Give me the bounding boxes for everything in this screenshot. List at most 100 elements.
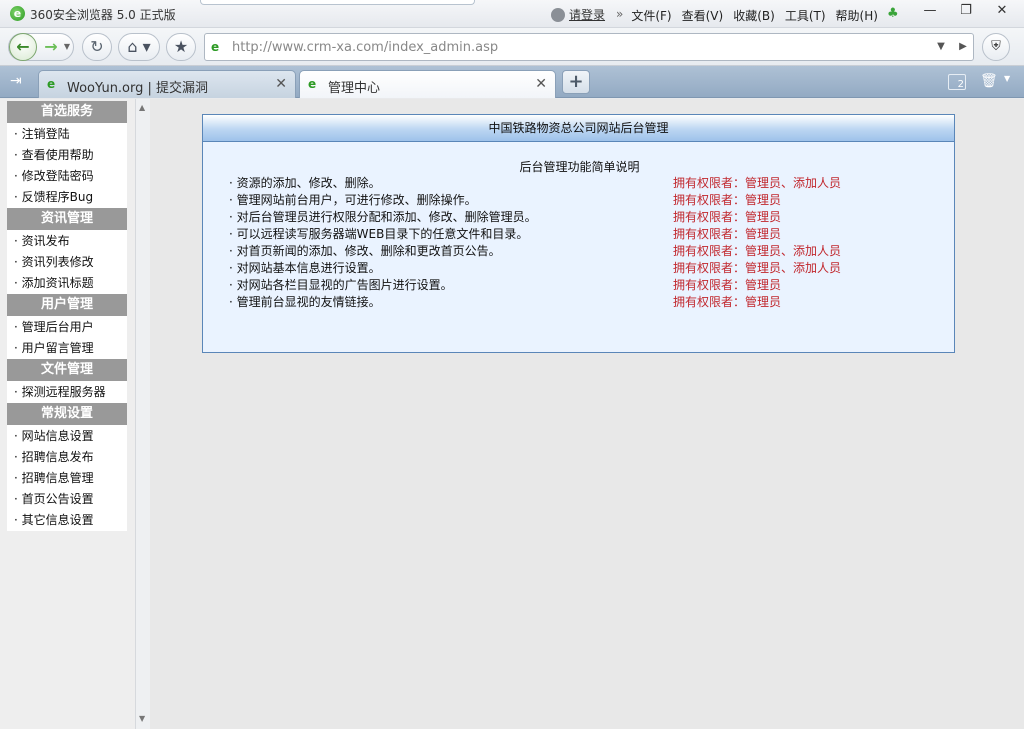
menu-section-news: 资讯管理 (7, 208, 127, 230)
function-desc: · 资源的添加、修改、删除。 (229, 176, 381, 190)
back-forward-group: ← → ▼ (8, 33, 74, 61)
refresh-icon[interactable]: ↻ (82, 33, 112, 61)
function-desc-text: 对后台管理员进行权限分配和添加、修改、删除管理员。 (236, 210, 537, 224)
menu-item-publish-news[interactable]: · 资讯发布 (7, 231, 127, 252)
function-desc: · 对首页新闻的添加、修改、删除和更改首页公告。 (229, 244, 501, 258)
menu-chevron-icon[interactable]: » (616, 7, 623, 24)
function-row: · 资源的添加、修改、删除。 拥有权限者：管理员、添加人员 (229, 175, 929, 192)
window-close-button[interactable]: ✕ (984, 0, 1020, 22)
function-row: · 对首页新闻的添加、修改、删除和更改首页公告。 拥有权限者：管理员、添加人员 (229, 243, 929, 260)
security-shield-icon[interactable]: ⛨ (982, 33, 1010, 61)
menu-section-files: 文件管理 (7, 359, 127, 381)
favorite-star-icon[interactable]: ★ (166, 33, 196, 61)
menu-item-add-news-title[interactable]: · 添加资讯标题 (7, 273, 127, 294)
back-arrow-icon[interactable]: ← (9, 33, 37, 61)
function-permission: 拥有权限者：管理员 (673, 227, 782, 241)
menu-item-label[interactable]: 其它信息设置 (22, 513, 94, 527)
menu-item-label[interactable]: 管理后台用户 (22, 320, 94, 334)
menu-item-label[interactable]: 资讯列表修改 (22, 255, 94, 269)
admin-info-panel: 中国铁路物资总公司网站后台管理 后台管理功能简单说明 · 资源的添加、修改、删除… (202, 114, 955, 353)
menu-file[interactable]: 文件(F) (631, 7, 671, 24)
tab-wooyun[interactable]: e WooYun.org | 提交漏洞 ✕ (38, 70, 296, 98)
skin-shirt-icon[interactable]: ♣ (887, 7, 903, 21)
menu-view[interactable]: 查看(V) (682, 7, 724, 24)
left-frame-scrollbar[interactable]: ▲ ▼ (135, 99, 150, 729)
menu-item-label[interactable]: 探测远程服务器 (22, 385, 106, 399)
window-restore-button[interactable]: ❐ (948, 0, 984, 22)
menu-item-logout[interactable]: · 注销登陆 (7, 124, 127, 145)
forward-arrow-icon[interactable]: → (41, 34, 61, 60)
page-content: 首选服务 · 注销登陆 · 查看使用帮助 · 修改登陆密码 · 反馈程序Bug … (0, 99, 1024, 729)
login-link[interactable]: 请登录 (569, 6, 605, 23)
page-ie-icon: e (211, 40, 220, 54)
menu-item-home-notice[interactable]: · 首页公告设置 (7, 489, 127, 510)
menu-item-label[interactable]: 注销登陆 (22, 127, 70, 141)
function-desc-text: 对网站基本信息进行设置。 (236, 261, 381, 275)
function-row: · 对网站基本信息进行设置。 拥有权限者：管理员、添加人员 (229, 260, 929, 277)
tab-admin-center[interactable]: e 管理中心 ✕ (299, 70, 556, 98)
menu-item-label[interactable]: 招聘信息管理 (22, 471, 94, 485)
menu-favorites[interactable]: 收藏(B) (733, 7, 775, 24)
tab-bar: ⇥ e WooYun.org | 提交漏洞 ✕ e 管理中心 ✕ + 2 🗑 ▼ (0, 66, 1024, 98)
address-bar[interactable]: e http://www.crm-xa.com/index_admin.asp … (204, 33, 974, 61)
title-bar: e 360安全浏览器 5.0 正式版 请登录 » 文件(F) 查看(V) 收藏(… (0, 0, 1024, 28)
menu-item-admin-users[interactable]: · 管理后台用户 (7, 317, 127, 338)
tab-count-icon[interactable]: 2 (948, 74, 966, 90)
menu-section-preferred: 首选服务 (7, 101, 127, 123)
tab-close-icon[interactable]: ✕ (535, 76, 547, 92)
function-desc-text: 管理前台显视的友情链接。 (236, 295, 381, 309)
menu-section-general: 常规设置 (7, 403, 127, 425)
tab-close-icon[interactable]: ✕ (275, 76, 287, 92)
function-desc: · 可以远程读写服务器端WEB目录下的任意文件和目录。 (229, 227, 529, 241)
history-dropdown-icon[interactable]: ▼ (61, 34, 73, 60)
function-desc: · 管理网站前台用户，可进行修改、删除操作。 (229, 193, 477, 207)
menu-item-user-messages[interactable]: · 用户留言管理 (7, 338, 127, 359)
admin-sidebar-menu: 首选服务 · 注销登陆 · 查看使用帮助 · 修改登陆密码 · 反馈程序Bug … (7, 101, 127, 531)
new-tab-plus-icon[interactable]: + (562, 70, 590, 94)
function-desc-text: 可以远程读写服务器端WEB目录下的任意文件和目录。 (236, 227, 529, 241)
menu-item-publish-jobs[interactable]: · 招聘信息发布 (7, 447, 127, 468)
menu-item-label[interactable]: 添加资讯标题 (22, 276, 94, 290)
sidebar-toggle-icon[interactable]: ⇥ (10, 73, 28, 89)
window-minimize-button[interactable]: — (912, 0, 948, 22)
scroll-down-arrow-icon[interactable]: ▼ (139, 714, 145, 723)
menu-help[interactable]: 帮助(H) (836, 7, 878, 24)
scroll-up-arrow-icon[interactable]: ▲ (139, 103, 145, 112)
menu-tools[interactable]: 工具(T) (785, 7, 826, 24)
menu-item-site-settings[interactable]: · 网站信息设置 (7, 426, 127, 447)
menu-item-label[interactable]: 招聘信息发布 (22, 450, 94, 464)
menu-item-bug-report[interactable]: · 反馈程序Bug (7, 187, 127, 208)
home-icon[interactable]: ⌂ ▾ (118, 33, 160, 61)
menu-item-label[interactable]: 反馈程序Bug (22, 190, 93, 204)
menu-item-label[interactable]: 资讯发布 (22, 234, 70, 248)
function-desc: · 对网站基本信息进行设置。 (229, 261, 381, 275)
menu-item-label[interactable]: 网站信息设置 (22, 429, 94, 443)
menu-item-label[interactable]: 用户留言管理 (22, 341, 94, 355)
left-frame: 首选服务 · 注销登陆 · 查看使用帮助 · 修改登陆密码 · 反馈程序Bug … (0, 99, 150, 729)
go-arrow-icon[interactable]: ▶ (953, 37, 973, 57)
login-area[interactable]: 请登录 (551, 6, 605, 23)
function-desc-text: 资源的添加、修改、删除。 (236, 176, 381, 190)
menu-item-other-settings[interactable]: · 其它信息设置 (7, 510, 127, 531)
address-input[interactable]: http://www.crm-xa.com/index_admin.asp (232, 40, 498, 55)
menu-item-help[interactable]: · 查看使用帮助 (7, 145, 127, 166)
menu-item-label[interactable]: 查看使用帮助 (22, 148, 94, 162)
trash-icon[interactable]: 🗑 (980, 72, 998, 90)
function-permission: 拥有权限者：管理员 (673, 193, 782, 207)
menu-item-label[interactable]: 首页公告设置 (22, 492, 94, 506)
function-row: · 对后台管理员进行权限分配和添加、修改、删除管理员。 拥有权限者：管理员 (229, 209, 929, 226)
menu-item-change-password[interactable]: · 修改登陆密码 (7, 166, 127, 187)
function-permission: 拥有权限者：管理员、添加人员 (673, 244, 842, 258)
trash-dropdown-icon[interactable]: ▼ (1004, 74, 1010, 83)
menu-item-manage-jobs[interactable]: · 招聘信息管理 (7, 468, 127, 489)
function-permission: 拥有权限者：管理员、添加人员 (673, 261, 842, 275)
address-dropdown-icon[interactable]: ▼ (931, 37, 951, 57)
tab-label: 管理中心 (328, 81, 381, 96)
navigation-bar: ← → ▼ ↻ ⌂ ▾ ★ e http://www.crm-xa.com/in… (0, 28, 1024, 66)
menu-item-edit-news-list[interactable]: · 资讯列表修改 (7, 252, 127, 273)
menu-item-probe-server[interactable]: · 探测远程服务器 (7, 382, 127, 403)
function-permission: 拥有权限者：管理员 (673, 295, 782, 309)
menu-bar: » 文件(F) 查看(V) 收藏(B) 工具(T) 帮助(H) (616, 7, 888, 24)
menu-item-label[interactable]: 修改登陆密码 (22, 169, 94, 183)
function-row: · 对网站各栏目显视的广告图片进行设置。 拥有权限者：管理员 (229, 277, 929, 294)
